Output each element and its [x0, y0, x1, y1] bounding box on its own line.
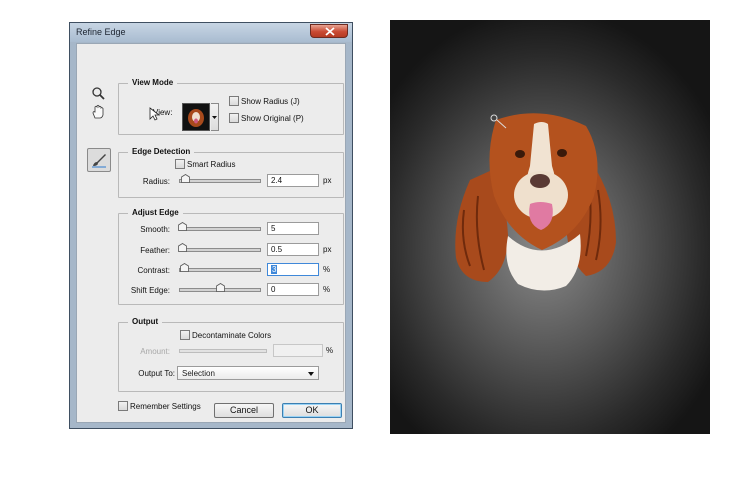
- feather-unit: px: [323, 245, 332, 254]
- feather-label: Feather:: [140, 246, 170, 255]
- title-bar[interactable]: Refine Edge: [70, 23, 352, 42]
- view-mode-title: View Mode: [128, 78, 178, 87]
- refine-radius-tool[interactable]: [87, 148, 111, 172]
- radius-input[interactable]: 2.4: [267, 174, 319, 187]
- view-dropdown-button[interactable]: [211, 103, 219, 131]
- amount-slider-track[interactable]: [179, 349, 267, 353]
- output-to-label: Output To:: [138, 369, 175, 378]
- edge-detection-title: Edge Detection: [128, 147, 195, 156]
- smooth-input[interactable]: 5: [267, 222, 319, 235]
- dialog-title: Refine Edge: [76, 27, 126, 37]
- adjust-edge-title: Adjust Edge: [128, 208, 183, 217]
- cursor-icon: [149, 107, 161, 121]
- close-icon: [325, 27, 335, 36]
- amount-input[interactable]: [273, 344, 323, 357]
- dialog-body: View Mode View: Show Radius (J) Show Ori…: [76, 43, 346, 423]
- radius-label: Radius:: [142, 177, 170, 186]
- remember-settings-label: Remember Settings: [130, 402, 201, 411]
- refine-edge-dialog: Refine Edge View Mode View: Show Radius …: [69, 22, 353, 429]
- refine-radius-brush-icon: [92, 154, 106, 168]
- hand-icon: [92, 104, 104, 119]
- shift-edge-slider-thumb[interactable]: [216, 283, 225, 292]
- amount-label: Amount:: [140, 347, 170, 356]
- contrast-input[interactable]: 3: [267, 263, 319, 276]
- contrast-value-selected: 3: [271, 265, 278, 274]
- smooth-label: Smooth:: [140, 225, 170, 234]
- hand-tool[interactable]: [87, 101, 109, 123]
- contrast-unit: %: [323, 265, 331, 274]
- output-title: Output: [128, 317, 163, 326]
- radius-slider-track[interactable]: [179, 179, 261, 183]
- chevron-down-icon: [308, 372, 314, 376]
- view-thumbnail[interactable]: [182, 103, 210, 131]
- output-to-value: Selection: [182, 369, 215, 378]
- contrast-label: Contrast:: [137, 266, 170, 275]
- cancel-button[interactable]: Cancel: [214, 403, 274, 418]
- preview-canvas[interactable]: [390, 20, 710, 434]
- chevron-down-icon: [212, 116, 217, 119]
- shift-edge-label: Shift Edge:: [130, 286, 170, 295]
- decontaminate-colors-checkbox[interactable]: [180, 330, 190, 340]
- contrast-slider-track[interactable]: [179, 268, 261, 272]
- smart-radius-label: Smart Radius: [187, 160, 236, 169]
- radius-slider-thumb[interactable]: [181, 174, 190, 183]
- show-original-label: Show Original (P): [241, 114, 304, 123]
- contrast-slider-thumb[interactable]: [180, 263, 189, 272]
- dog-image: [455, 113, 616, 291]
- smooth-slider-thumb[interactable]: [178, 222, 187, 231]
- close-button[interactable]: [310, 24, 348, 38]
- ok-button[interactable]: OK: [282, 403, 342, 418]
- show-radius-label: Show Radius (J): [241, 97, 300, 106]
- show-radius-checkbox[interactable]: [229, 96, 239, 106]
- amount-unit: %: [326, 346, 334, 355]
- feather-slider-track[interactable]: [179, 248, 261, 252]
- zoom-icon: [92, 87, 105, 100]
- feather-input[interactable]: 0.5: [267, 243, 319, 256]
- shift-edge-unit: %: [323, 285, 331, 294]
- feather-slider-thumb[interactable]: [178, 243, 187, 252]
- radius-unit: px: [323, 176, 332, 185]
- smooth-slider-track[interactable]: [179, 227, 261, 231]
- decontaminate-colors-label: Decontaminate Colors: [192, 331, 272, 340]
- remember-settings-checkbox[interactable]: [118, 401, 128, 411]
- show-original-checkbox[interactable]: [229, 113, 239, 123]
- smart-radius-checkbox[interactable]: [175, 159, 185, 169]
- output-to-select[interactable]: Selection: [177, 366, 319, 380]
- dog-thumbnail-image: [188, 109, 204, 127]
- shift-edge-input[interactable]: 0: [267, 283, 319, 296]
